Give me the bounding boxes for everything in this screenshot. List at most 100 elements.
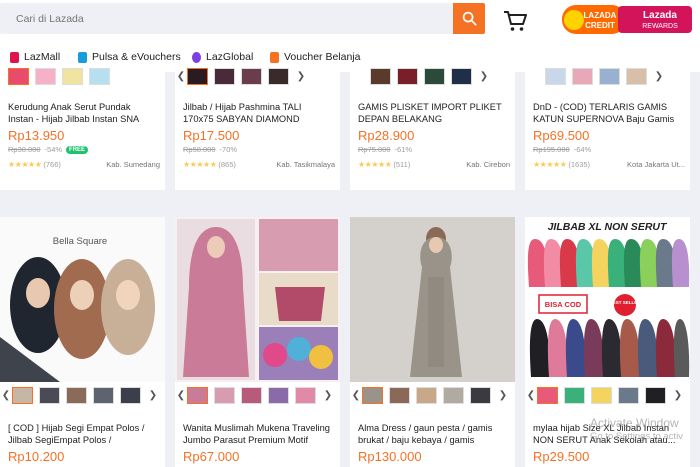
thumbnail[interactable] (370, 67, 391, 85)
chevron-left-icon[interactable]: ❮ (525, 390, 537, 401)
nav-item-voucher[interactable]: Voucher Belanja (270, 51, 360, 63)
star-rating-icon: ★★★★★ (8, 160, 42, 169)
original-price: Rp58.000 (183, 145, 216, 154)
nav-item-lazmall[interactable]: LazMall (10, 51, 60, 63)
thumbnail[interactable] (564, 386, 585, 404)
product-name[interactable]: Kerudung Anak Serut Pundak Instan - Hija… (8, 101, 158, 125)
voucher-icon (270, 51, 279, 63)
product-card[interactable]: ❯ DnD - (COD) TERLARIS GAMIS KATUN SUPER… (525, 67, 690, 190)
product-card[interactable]: Kerudung Anak Serut Pundak Instan - Hija… (0, 67, 165, 190)
discount-percent: -64% (573, 145, 592, 154)
thumbnail[interactable] (12, 386, 33, 404)
thumbnail[interactable] (397, 67, 418, 85)
rating-row: ★★★★★ (865) Kab. Tasikmalaya (183, 160, 335, 169)
thumbnail[interactable] (241, 67, 262, 85)
star-rating-icon: ★★★★★ (533, 160, 567, 169)
chevron-left-icon[interactable]: ❮ (175, 71, 187, 82)
thumbnail[interactable] (470, 386, 491, 404)
thumbnail[interactable] (451, 67, 472, 85)
promo-rewards-line1: Lazada (643, 10, 677, 21)
nav-item-lazglobal[interactable]: LazGlobal (192, 51, 253, 63)
thumbnail[interactable] (214, 386, 235, 404)
activation-watermark: Activate Window Go to Settings to activ (590, 416, 683, 444)
search-button[interactable] (453, 3, 485, 34)
product-name[interactable]: GAMIS PLISKET IMPORT PLIKET DEPAN BELAKA… (358, 101, 508, 125)
thumbnail[interactable] (545, 67, 566, 85)
product-name[interactable]: DnD - (COD) TERLARIS GAMIS KATUN SUPERNO… (533, 101, 683, 125)
thumbnail[interactable] (214, 67, 235, 85)
product-card[interactable]: ❮ ❯ Wanita Muslimah Mukena Traveling Jum… (175, 217, 340, 467)
thumbnail[interactable] (268, 386, 289, 404)
thumbnail[interactable] (443, 386, 464, 404)
product-name[interactable]: Wanita Muslimah Mukena Traveling Jumbo P… (183, 422, 333, 446)
chevron-right-icon[interactable]: ❯ (497, 390, 509, 401)
thumbnail[interactable] (120, 386, 141, 404)
cart-icon (504, 11, 527, 31)
search-icon (462, 11, 476, 26)
review-count: (511) (393, 160, 411, 169)
product-name[interactable]: Jilbab / Hijab Pashmina TALI 170x75 SABY… (183, 101, 333, 125)
promo-credit-line1: LAZADA (584, 11, 617, 20)
search-box (0, 3, 453, 34)
product-name[interactable]: Alma Dress / gaun pesta / gamis brukat /… (358, 422, 508, 446)
star-rating-icon: ★★★★★ (358, 160, 392, 169)
chevron-right-icon[interactable]: ❯ (147, 390, 159, 401)
thumbnail[interactable] (89, 67, 110, 85)
thumbnail[interactable] (241, 386, 262, 404)
chevron-right-icon[interactable]: ❯ (295, 71, 307, 82)
thumbnail[interactable] (35, 67, 56, 85)
thumbnail[interactable] (424, 67, 445, 85)
thumbnail[interactable] (618, 386, 639, 404)
thumbnail[interactable] (295, 386, 316, 404)
nav-label: LazGlobal (206, 51, 254, 63)
thumbnail[interactable] (416, 386, 437, 404)
product-card[interactable]: ❮ ❯ Jilbab / Hijab Pashmina TALI 170x75 … (175, 67, 340, 190)
thumbnail[interactable] (93, 386, 114, 404)
chevron-left-icon[interactable]: ❮ (350, 390, 362, 401)
chevron-right-icon[interactable]: ❯ (653, 71, 665, 82)
promo-banner[interactable]: LAZADA CREDIT Lazada REWARDS (560, 2, 693, 37)
thumbnail[interactable] (599, 67, 620, 85)
product-price: Rp29.500 (533, 449, 590, 464)
watermark-line1: Activate Window (590, 416, 679, 430)
thumbnail[interactable] (187, 67, 208, 85)
discount-row: Rp75.000 -61% (358, 145, 412, 154)
product-card[interactable]: Bella Square ❮ ❯ [ COD ] Hijab Segi Empa… (0, 217, 165, 467)
thumbnail[interactable] (66, 386, 87, 404)
thumbnail[interactable] (626, 67, 647, 85)
chevron-right-icon[interactable]: ❯ (322, 390, 334, 401)
nav-item-pulsa[interactable]: Pulsa & eVouchers (78, 51, 181, 63)
thumbnail[interactable] (537, 386, 558, 404)
thumbnail-strip: ❯ (525, 66, 690, 86)
watermark-line2: Go to Settings to activ (590, 431, 683, 442)
thumbnail[interactable] (389, 386, 410, 404)
product-card[interactable]: ❯ GAMIS PLISKET IMPORT PLIKET DEPAN BELA… (350, 67, 515, 190)
product-image[interactable] (175, 217, 340, 382)
discount-percent: -70% (219, 145, 238, 154)
chevron-right-icon[interactable]: ❯ (478, 71, 490, 82)
thumbnail[interactable] (362, 386, 383, 404)
product-name[interactable]: [ COD ] Hijab Segi Empat Polos / Jilbab … (8, 422, 158, 446)
thumbnail[interactable] (572, 67, 593, 85)
seller-location: Kab. Tasikmalaya (276, 160, 335, 169)
rating-row: ★★★★★ (1635) Kota Jakarta Ut... (533, 160, 685, 169)
chevron-right-icon[interactable]: ❯ (672, 390, 684, 401)
chevron-left-icon[interactable]: ❮ (0, 390, 12, 401)
thumbnail[interactable] (187, 386, 208, 404)
thumbnail[interactable] (62, 67, 83, 85)
product-image[interactable]: Bella Square (0, 217, 165, 382)
product-card[interactable]: ❮ ❯ Alma Dress / gaun pesta / gamis bruk… (350, 217, 515, 467)
thumbnail-strip: ❮ ❯ (175, 66, 340, 86)
thumbnail[interactable] (645, 386, 666, 404)
thumbnail[interactable] (591, 386, 612, 404)
thumbnail[interactable] (268, 67, 289, 85)
thumbnail[interactable] (39, 386, 60, 404)
chevron-left-icon[interactable]: ❮ (175, 390, 187, 401)
product-price: Rp28.900 (358, 128, 415, 143)
product-image[interactable]: JILBAB XL NON SERUT BISA COD BEST SELLER (525, 217, 690, 382)
thumbnail[interactable] (8, 67, 29, 85)
original-price: Rp195.000 (533, 145, 570, 154)
search-input[interactable] (0, 3, 453, 34)
cart-button[interactable] (503, 10, 527, 32)
product-image[interactable] (350, 217, 515, 382)
